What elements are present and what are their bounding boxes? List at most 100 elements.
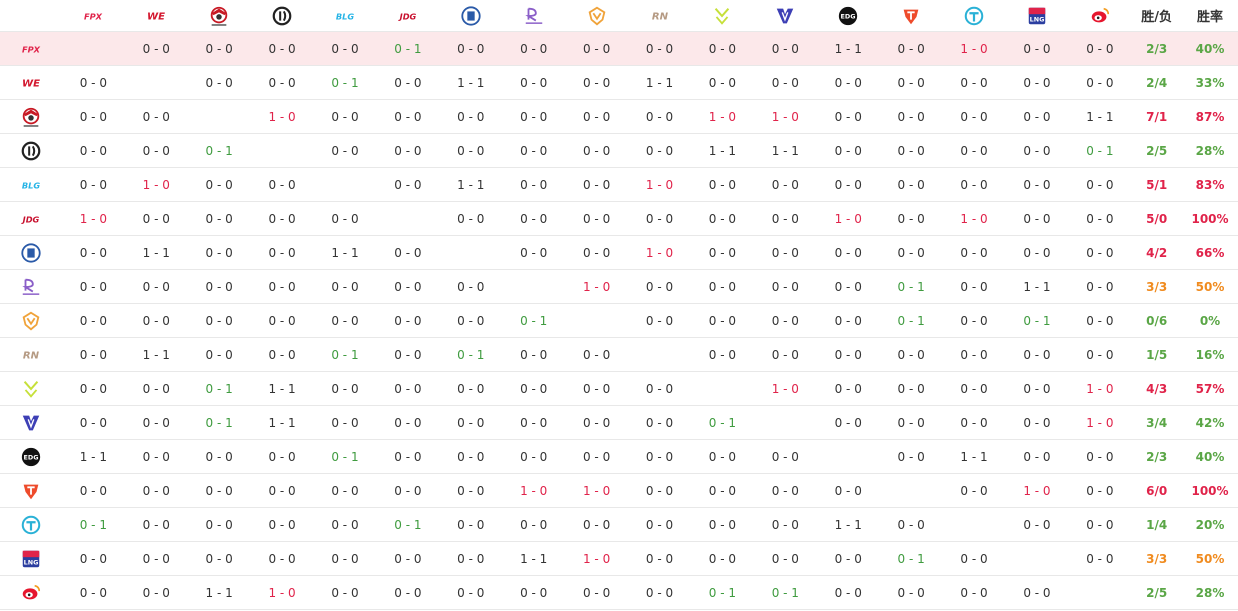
score-cell: 0 - 0 [250,31,314,66]
score-cell: 0 - 0 [187,269,251,304]
score-cell: 1 - 0 [250,99,314,134]
score-cell: 0 - 0 [1005,371,1069,406]
table-row[interactable]: 0 - 00 - 01 - 11 - 00 - 00 - 00 - 00 - 0… [0,575,1238,610]
omg-logo [20,107,42,127]
score-cell: 0 - 0 [250,235,314,270]
score-cell: 0 - 0 [376,575,440,610]
score-cell: 0 - 0 [439,405,503,440]
score-cell: 0 - 0 [61,303,125,338]
record-cell: 3/3 [1131,541,1183,576]
record-cell: 3/3 [1131,269,1183,304]
table-row[interactable]: 0 - 10 - 00 - 00 - 00 - 00 - 10 - 00 - 0… [0,507,1238,542]
score-cell: 0 - 0 [439,303,503,338]
score-cell: 0 - 0 [1005,201,1069,236]
table-row[interactable]: LNG 0 - 00 - 00 - 00 - 00 - 00 - 00 - 01 … [0,541,1238,576]
score-cell: 0 - 0 [187,31,251,66]
score-cell: 0 - 0 [942,99,1006,134]
score-cell: 0 - 0 [565,133,629,168]
table-row[interactable]: BLG 0 - 01 - 00 - 00 - 00 - 01 - 10 - 00 … [0,167,1238,202]
score-cell: 0 - 0 [690,303,754,338]
score-cell: 1 - 0 [690,99,754,134]
score-cell: 0 - 0 [313,303,377,338]
table-row[interactable]: EDG 1 - 10 - 00 - 00 - 00 - 10 - 00 - 00 … [0,439,1238,474]
score-cell: 1 - 1 [313,235,377,270]
score-cell: 0 - 0 [942,371,1006,406]
row-team-cell [0,303,62,338]
score-cell: 0 - 0 [879,99,943,134]
score-cell: 0 - 0 [61,575,125,610]
tt-logo [20,515,42,534]
score-cell: 0 - 0 [816,133,880,168]
score-cell: 0 - 0 [690,507,754,542]
score-cell: 0 - 0 [439,99,503,134]
score-cell: 0 - 1 [187,371,251,406]
lng-logo: LNG [1026,7,1048,24]
score-cell: 0 - 0 [628,371,691,406]
table-row[interactable]: 0 - 00 - 00 - 00 - 00 - 00 - 00 - 01 - 0… [0,473,1238,508]
score-cell: 0 - 0 [1068,167,1132,202]
table-row[interactable]: JDG 1 - 00 - 00 - 00 - 00 - 00 - 00 - 00 … [0,201,1238,236]
table-row[interactable]: RN 0 - 01 - 10 - 00 - 00 - 10 - 00 - 10 -… [0,337,1238,372]
score-cell: 0 - 0 [124,201,188,236]
score-cell: 0 - 0 [187,507,251,542]
svg-text:BLG: BLG [22,180,41,190]
column-header-tt-logo [942,0,1006,32]
table-row[interactable]: 0 - 00 - 00 - 00 - 00 - 00 - 00 - 01 - 0… [0,269,1238,304]
score-cell: 0 - 0 [628,575,691,610]
score-cell: 0 - 0 [1068,303,1132,338]
score-cell: 0 - 0 [124,541,188,576]
score-cell: 0 - 0 [250,541,314,576]
record-cell: 4/2 [1131,235,1183,270]
self-cell [1068,575,1132,610]
table-row[interactable]: 0 - 00 - 00 - 00 - 00 - 00 - 00 - 00 - 1… [0,303,1238,338]
score-cell: 0 - 0 [502,31,566,66]
table-row[interactable]: 0 - 00 - 00 - 10 - 00 - 00 - 00 - 00 - 0… [0,133,1238,168]
row-team-cell [0,405,62,440]
column-header-blg-logo: BLG [313,0,377,32]
column-header-rw-logo [502,0,566,32]
column-header-rng-logo: RN [628,0,691,32]
lgd-logo [20,242,42,263]
score-cell: 0 - 0 [1005,167,1069,202]
record-cell: 2/5 [1131,575,1183,610]
score-cell: 0 - 0 [502,575,566,610]
score-cell: 0 - 0 [690,337,754,372]
column-header-jdg-logo: JDG [376,0,440,32]
table-row[interactable]: 0 - 00 - 00 - 11 - 10 - 00 - 00 - 00 - 0… [0,405,1238,440]
score-cell: 0 - 0 [250,507,314,542]
score-cell: 0 - 0 [1005,31,1069,66]
table-row[interactable]: 0 - 01 - 10 - 00 - 01 - 10 - 00 - 00 - 0… [0,235,1238,270]
score-cell: 1 - 1 [439,167,503,202]
table-row[interactable]: FPX 0 - 00 - 00 - 00 - 00 - 10 - 00 - 00 … [0,31,1238,66]
score-cell: 0 - 0 [879,167,943,202]
score-cell: 0 - 0 [376,337,440,372]
edg-logo: EDG [20,447,42,466]
score-cell: 0 - 0 [1005,405,1069,440]
score-cell: 0 - 1 [879,269,943,304]
svg-text:WE: WE [147,11,165,22]
rw-logo [523,7,545,24]
win-rate-cell: 0% [1182,303,1238,338]
table-row[interactable]: 0 - 00 - 00 - 11 - 10 - 00 - 00 - 00 - 0… [0,371,1238,406]
win-rate-cell: 20% [1182,507,1238,542]
score-cell: 0 - 0 [816,405,880,440]
up-logo [711,7,733,25]
score-cell: 0 - 0 [628,541,691,576]
score-cell: 0 - 0 [879,575,943,610]
record-cell: 2/5 [1131,133,1183,168]
table-row[interactable]: 0 - 00 - 01 - 00 - 00 - 00 - 00 - 00 - 0… [0,99,1238,134]
weibo-logo [20,584,42,599]
score-cell: 0 - 0 [628,473,691,508]
score-cell: 1 - 0 [565,541,629,576]
self-cell [313,167,377,202]
table-row[interactable]: WE 0 - 00 - 00 - 00 - 10 - 01 - 10 - 00 -… [0,65,1238,100]
score-cell: 0 - 0 [124,269,188,304]
record-cell: 2/3 [1131,439,1183,474]
edg-logo: EDG [837,6,859,25]
row-team-cell [0,575,62,610]
corner-cell [0,0,62,32]
tes-logo [900,8,922,24]
score-cell: 0 - 0 [124,31,188,66]
score-cell: 0 - 0 [628,201,691,236]
win-rate-cell: 57% [1182,371,1238,406]
